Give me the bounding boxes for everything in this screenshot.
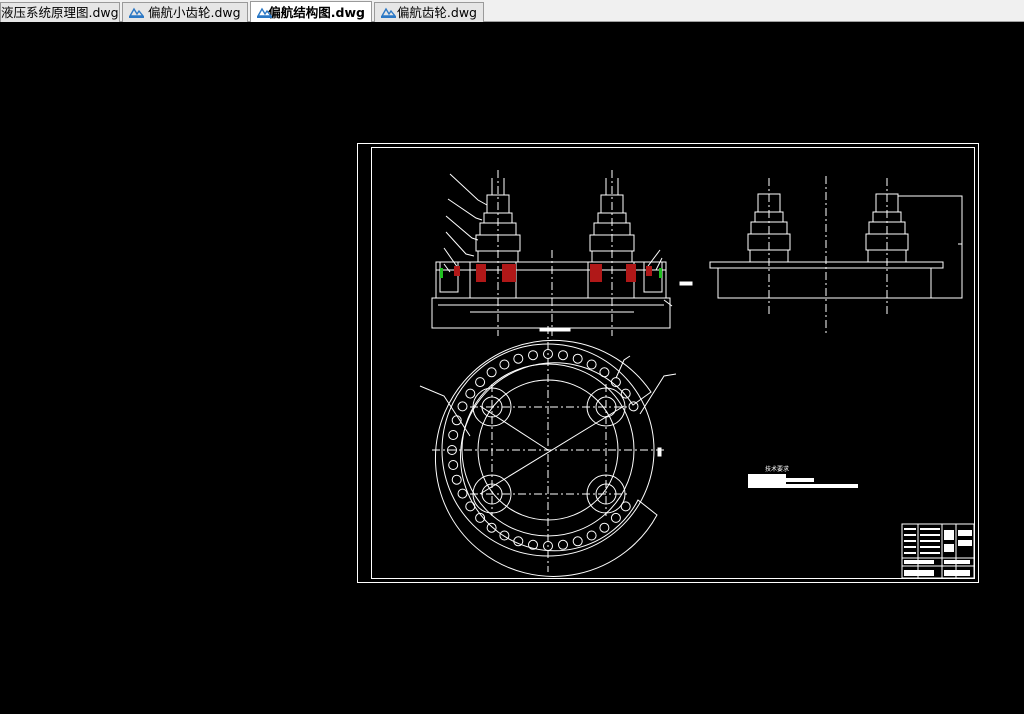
ring-hole [465,388,476,399]
drawing-canvas[interactable]: 技术要求 [0,22,1024,710]
ring-hole [451,474,462,485]
tab-hydraulic-schematic[interactable]: 液压系统原理图.dwg [0,2,120,22]
ring-hole [572,536,583,547]
ring-hole [599,522,610,533]
ring-hole [499,359,510,370]
ring-hole [513,353,524,364]
ring-hole [528,350,538,361]
section-hatch [454,264,652,282]
ring-hole [599,367,610,378]
title-block [901,523,975,579]
ring-hole [572,353,583,364]
ring-hole [448,460,459,470]
document-tab-bar: 液压系统原理图.dwg 偏航小齿轮.dwg 偏航结构图.dwg 偏航齿轮.dwg [0,0,1024,22]
dwg-file-icon [257,7,272,18]
ring-hole [486,522,497,533]
ring-hole [558,539,568,550]
dwg-file-icon [129,7,144,18]
tech-notes-title: 技术要求 [765,465,789,473]
ring-hole [499,530,510,541]
side-view [709,193,963,299]
ring-hole [448,430,459,440]
ring-hole [586,530,597,541]
ring-hole [628,401,639,412]
ring-hole [610,512,621,523]
dwg-file-icon [381,7,396,18]
tab-yaw-gear[interactable]: 偏航齿轮.dwg [374,2,484,22]
ring-hole [620,388,631,399]
ring-hole [586,359,597,370]
tab-yaw-structure[interactable]: 偏航结构图.dwg [250,1,372,22]
ring-hole [513,536,524,547]
technical-notes [748,474,858,488]
ring-hole [457,488,468,499]
tab-label: 液压系统原理图.dwg [1,5,119,20]
ring-hole [465,501,476,512]
front-section-view [431,173,693,329]
tab-label: 偏航小齿轮.dwg [148,5,241,20]
ring-hole [620,501,631,512]
tab-label: 偏航齿轮.dwg [396,5,477,20]
ring-hole [558,350,568,361]
tab-label: 偏航结构图.dwg [268,4,365,20]
ring-hole [486,367,497,378]
ring-hole [457,401,468,412]
cad-drawing: 技术要求 [357,143,979,583]
ring-hole [475,377,486,388]
tab-yaw-pinion[interactable]: 偏航小齿轮.dwg [122,2,248,22]
